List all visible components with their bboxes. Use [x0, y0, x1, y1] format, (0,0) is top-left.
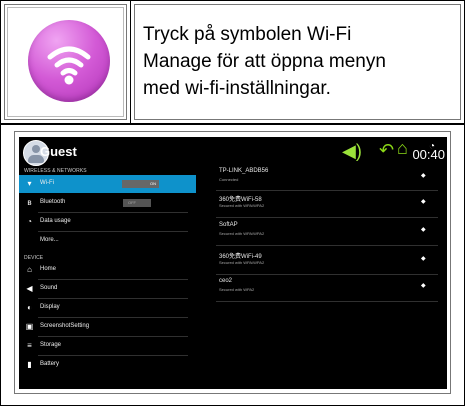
network-divider — [216, 245, 438, 246]
network-status: Secured with WPA2 — [219, 287, 255, 292]
instruction-text: Tryck på symbolen Wi-Fi Manage för att ö… — [143, 21, 443, 102]
bluetooth-toggle-state: OFF — [128, 200, 136, 205]
display-label: Display — [40, 304, 60, 310]
home-icon[interactable]: ⌂ — [397, 139, 408, 157]
clock: 00:40 — [412, 147, 445, 162]
wifi-network-row[interactable]: TP-LINK_ABDB56 Connected ◆ — [197, 167, 447, 191]
sound-label: Sound — [40, 285, 58, 291]
wifi-toggle-state: ON — [150, 181, 156, 186]
settings-item-home[interactable]: ⌂ Home — [19, 261, 196, 279]
more-label: More... — [40, 237, 59, 243]
network-name: SoftAP — [219, 222, 238, 228]
network-divider — [216, 190, 438, 191]
wifi-lock-icon: ◆ — [421, 256, 426, 262]
status-bar: Guest ◀) ↶ ⌂ ◔ 00:40 — [19, 137, 447, 167]
network-name: TP-LINK_ABDB56 — [219, 168, 269, 174]
speaker-icon: ◀ — [26, 284, 33, 293]
display-icon: ◐ — [27, 303, 32, 312]
wifi-network-row[interactable]: ceo2 Secured with WPA2 ◆ — [197, 277, 447, 301]
network-status: Connected — [219, 177, 239, 182]
wifi-label: Wi-Fi — [40, 180, 54, 186]
screenshot-icon: ▣ — [25, 322, 34, 331]
network-status: Secured with WPA/WPA2 — [219, 203, 265, 208]
user-avatar-icon — [28, 145, 44, 163]
bluetooth-icon: ʙ — [27, 198, 32, 207]
network-divider — [216, 274, 438, 275]
instruction-line-3: med wi-fi-inställningar. — [143, 78, 331, 99]
screenshot-setting-label: ScreenshotSetting — [40, 323, 90, 329]
settings-item-sound[interactable]: ◀ Sound — [19, 280, 196, 298]
settings-item-bluetooth[interactable]: ʙ Bluetooth OFF — [19, 194, 196, 212]
wifi-toggle[interactable]: ON — [122, 180, 159, 188]
bluetooth-label: Bluetooth — [40, 199, 66, 205]
network-status: Secured with WPA/WPA2 — [219, 260, 265, 265]
wifi-signal-icon: ◆ — [421, 173, 426, 179]
wifi-network-row[interactable]: SoftAP Secured with WPA/WPA2 ◆ — [197, 221, 447, 245]
back-icon[interactable]: ↶ — [379, 141, 394, 159]
network-status: Secured with WPA/WPA2 — [219, 231, 265, 236]
storage-icon: ≡ — [27, 341, 32, 350]
settings-item-display[interactable]: ◐ Display — [19, 299, 196, 317]
network-divider — [216, 301, 438, 302]
instruction-row: Tryck på symbolen Wi-Fi Manage för att ö… — [0, 0, 465, 124]
android-settings-screen: Guest ◀) ↶ ⌂ ◔ 00:40 WIRELESS & NETWORKS… — [19, 137, 447, 389]
wifi-network-row[interactable]: 360免费WiFi-58 Secured with WPA/WPA2 ◆ — [197, 193, 447, 217]
home-label: Home — [40, 266, 57, 272]
volume-icon[interactable]: ◀) — [342, 142, 362, 160]
instruction-line-1: Tryck på symbolen Wi-Fi — [143, 24, 352, 45]
app-icon-cell — [1, 1, 131, 123]
wifi-lock-icon: ◆ — [421, 283, 426, 289]
network-divider — [216, 217, 438, 218]
settings-item-screenshot-setting[interactable]: ▣ ScreenshotSetting — [19, 318, 196, 336]
row-divider — [0, 123, 465, 125]
battery-label: Battery — [40, 361, 60, 367]
data-usage-icon: ◔ — [27, 217, 32, 226]
settings-item-storage[interactable]: ≡ Storage — [19, 337, 196, 355]
settings-item-data-usage[interactable]: ◔ Data usage — [19, 213, 196, 231]
network-name: 360免费WiFi-49 — [219, 254, 262, 260]
home-icon: ⌂ — [27, 265, 32, 274]
settings-item-battery[interactable]: ▮ Battery — [19, 356, 196, 374]
storage-label: Storage — [40, 342, 62, 348]
settings-sidebar: WIRELESS & NETWORKS ▾ Wi-Fi ON ʙ Bluetoo… — [19, 167, 196, 389]
wifi-network-list: TP-LINK_ABDB56 Connected ◆ 360免费WiFi-58 … — [197, 167, 447, 389]
bluetooth-toggle[interactable]: OFF — [123, 199, 151, 207]
wifi-icon: ▾ — [27, 179, 32, 188]
data-usage-label: Data usage — [40, 218, 71, 224]
settings-item-more[interactable]: More... — [19, 232, 196, 250]
guest-user-label: Guest — [40, 144, 77, 159]
wifi-manage-icon[interactable] — [28, 20, 110, 102]
network-name: 360免费WiFi-58 — [219, 197, 262, 203]
network-name: ceo2 — [219, 278, 233, 284]
instruction-line-2: Manage för att öppna menyn — [143, 51, 386, 72]
wifi-lock-icon: ◆ — [421, 227, 426, 233]
wifi-lock-icon: ◆ — [421, 199, 426, 205]
battery-icon: ▮ — [27, 360, 32, 369]
wifi-network-row[interactable]: 360免费WiFi-49 Secured with WPA/WPA2 ◆ — [197, 250, 447, 274]
instruction-cell: Tryck på symbolen Wi-Fi Manage för att ö… — [131, 1, 464, 123]
settings-item-wifi[interactable]: ▾ Wi-Fi ON — [19, 175, 196, 193]
wireless-section-label: WIRELESS & NETWORKS — [24, 168, 87, 174]
wifi-symbol-icon — [47, 46, 91, 85]
